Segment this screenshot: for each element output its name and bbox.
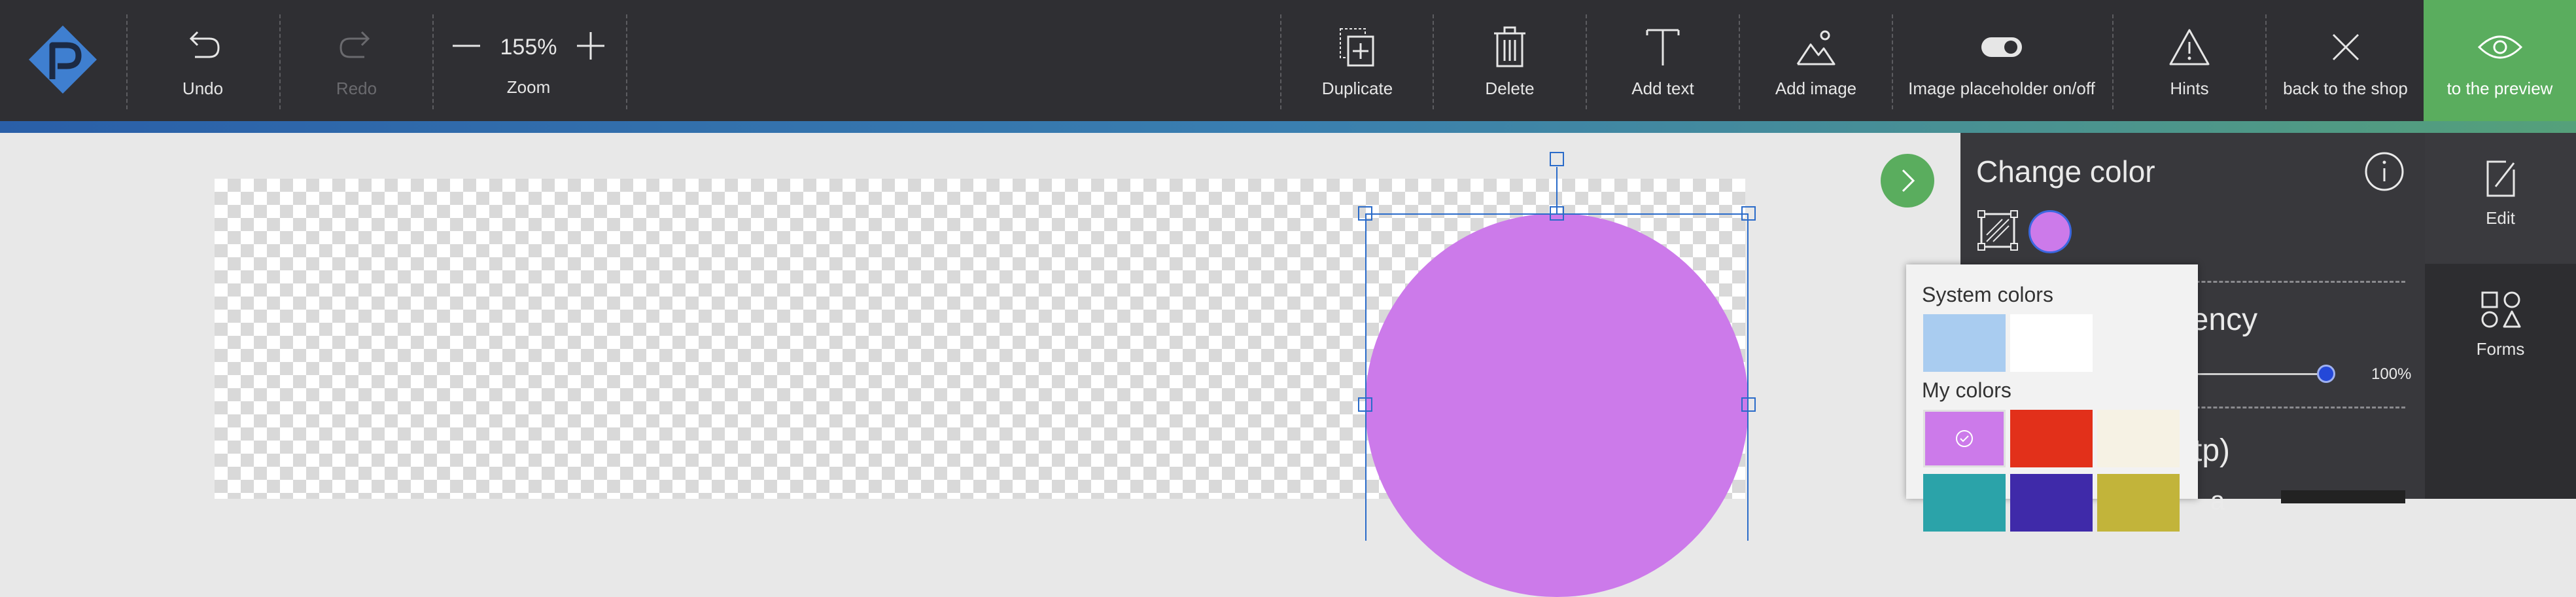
toolbar-divider [1586, 14, 1587, 109]
preview-button[interactable]: to the preview [2424, 0, 2576, 121]
sidebar-item-label: Edit [2486, 208, 2515, 228]
toolbar-divider [1280, 14, 1281, 109]
toolbar-divider [2265, 14, 2267, 109]
system-color-swatch[interactable] [2010, 314, 2093, 372]
edit-icon [2484, 159, 2518, 202]
my-color-swatch[interactable] [1923, 410, 2006, 467]
add-text-button[interactable]: Add text [1601, 0, 1725, 121]
resize-handle-top-right[interactable] [1741, 206, 1756, 221]
selection-box [1365, 213, 1749, 541]
sidebar-item-edit[interactable]: Edit [2425, 133, 2576, 264]
text-icon [1645, 25, 1681, 69]
app-logo[interactable] [26, 23, 99, 96]
toolbar-divider [626, 14, 627, 109]
preview-label: to the preview [2446, 79, 2553, 98]
delete-button[interactable]: Delete [1448, 0, 1572, 121]
shapes-icon [2480, 290, 2522, 333]
redo-icon [337, 25, 376, 69]
toolbar: Undo Redo 155% Zoom Duplicate Delete Add… [0, 0, 2576, 121]
no-fill-swatch[interactable] [1977, 210, 2018, 251]
hints-label: Hints [2170, 79, 2209, 98]
image-placeholder-toggle[interactable]: Image placeholder on/off [1904, 0, 2100, 121]
my-color-swatch[interactable] [1923, 474, 2006, 532]
hints-button[interactable]: Hints [2127, 0, 2252, 121]
my-color-swatch[interactable] [2010, 410, 2093, 467]
zoom-value: 155% [500, 34, 557, 60]
duplicate-button[interactable]: Duplicate [1295, 0, 1419, 121]
warning-icon [2168, 25, 2211, 69]
back-to-shop-button[interactable]: back to the shop [2275, 0, 2416, 121]
system-color-swatch[interactable] [1923, 314, 2006, 372]
next-arrow-button[interactable] [1881, 154, 1934, 208]
toolbar-divider [279, 14, 281, 109]
undo-label: Undo [182, 79, 224, 98]
zoom-label: Zoom [506, 77, 551, 97]
no-color-icon [1977, 210, 2018, 251]
checkmark-icon [1956, 430, 1973, 447]
back-label: back to the shop [2283, 79, 2408, 98]
sidebar-item-forms[interactable]: Forms [2425, 264, 2576, 395]
add-image-label: Add image [1775, 79, 1857, 98]
system-colors-heading: System colors [1922, 283, 2053, 306]
resize-handle-right[interactable] [1741, 397, 1756, 412]
toolbar-divider [126, 14, 128, 109]
resize-handle-top-left[interactable] [1358, 206, 1372, 221]
duplicate-label: Duplicate [1321, 79, 1393, 98]
current-color-swatch[interactable] [2028, 210, 2072, 253]
toggle-icon [1980, 25, 2023, 69]
undo-icon [183, 25, 222, 69]
right-sidebar: Edit Forms [2425, 133, 2576, 499]
toolbar-divider [1739, 14, 1740, 109]
transparency-value: 100% [2371, 365, 2412, 383]
redo-label: Redo [336, 79, 377, 98]
toolbar-divider [432, 14, 434, 109]
zoom-in-button[interactable] [574, 29, 607, 65]
add-text-label: Add text [1631, 79, 1694, 98]
my-colors-heading: My colors [1922, 378, 2011, 402]
transparency-slider-thumb[interactable] [2317, 365, 2335, 383]
placeholder-label: Image placeholder on/off [1908, 79, 2095, 98]
my-color-swatch[interactable] [2010, 474, 2093, 532]
my-color-swatch[interactable] [2097, 474, 2180, 532]
toolbar-divider [2112, 14, 2114, 109]
delete-label: Delete [1485, 79, 1535, 98]
add-image-button[interactable]: Add image [1754, 0, 1878, 121]
trash-icon [1490, 25, 1529, 69]
image-icon [1795, 25, 1837, 69]
sidebar-item-label: Forms [2476, 339, 2525, 359]
transparency-slider-track[interactable] [2183, 373, 2327, 375]
eye-icon [2477, 25, 2523, 69]
my-color-swatch[interactable] [2097, 410, 2180, 467]
close-icon [2329, 25, 2362, 69]
color-picker-popup: System colors My colors [1906, 264, 2198, 532]
rotation-handle[interactable] [1550, 152, 1564, 166]
panel-title: Change color [1976, 154, 2155, 189]
zoom-control: 155% [450, 27, 607, 67]
redo-button[interactable]: Redo [294, 0, 419, 121]
toolbar-divider [1892, 14, 1893, 109]
progress-gradient-bar [0, 121, 2576, 133]
resize-handle-top[interactable] [1550, 206, 1564, 221]
zoom-out-button[interactable] [450, 29, 483, 65]
undo-button[interactable]: Undo [141, 0, 265, 121]
duplicate-icon [1336, 25, 1378, 69]
resize-handle-left[interactable] [1358, 397, 1372, 412]
section-label: tp) [2193, 433, 2231, 468]
section-text: a [2210, 486, 2225, 515]
info-icon[interactable] [2364, 151, 2405, 195]
toolbar-divider [1433, 14, 1434, 109]
chevron-right-icon [1902, 169, 1915, 192]
panel-input[interactable] [2281, 490, 2405, 503]
